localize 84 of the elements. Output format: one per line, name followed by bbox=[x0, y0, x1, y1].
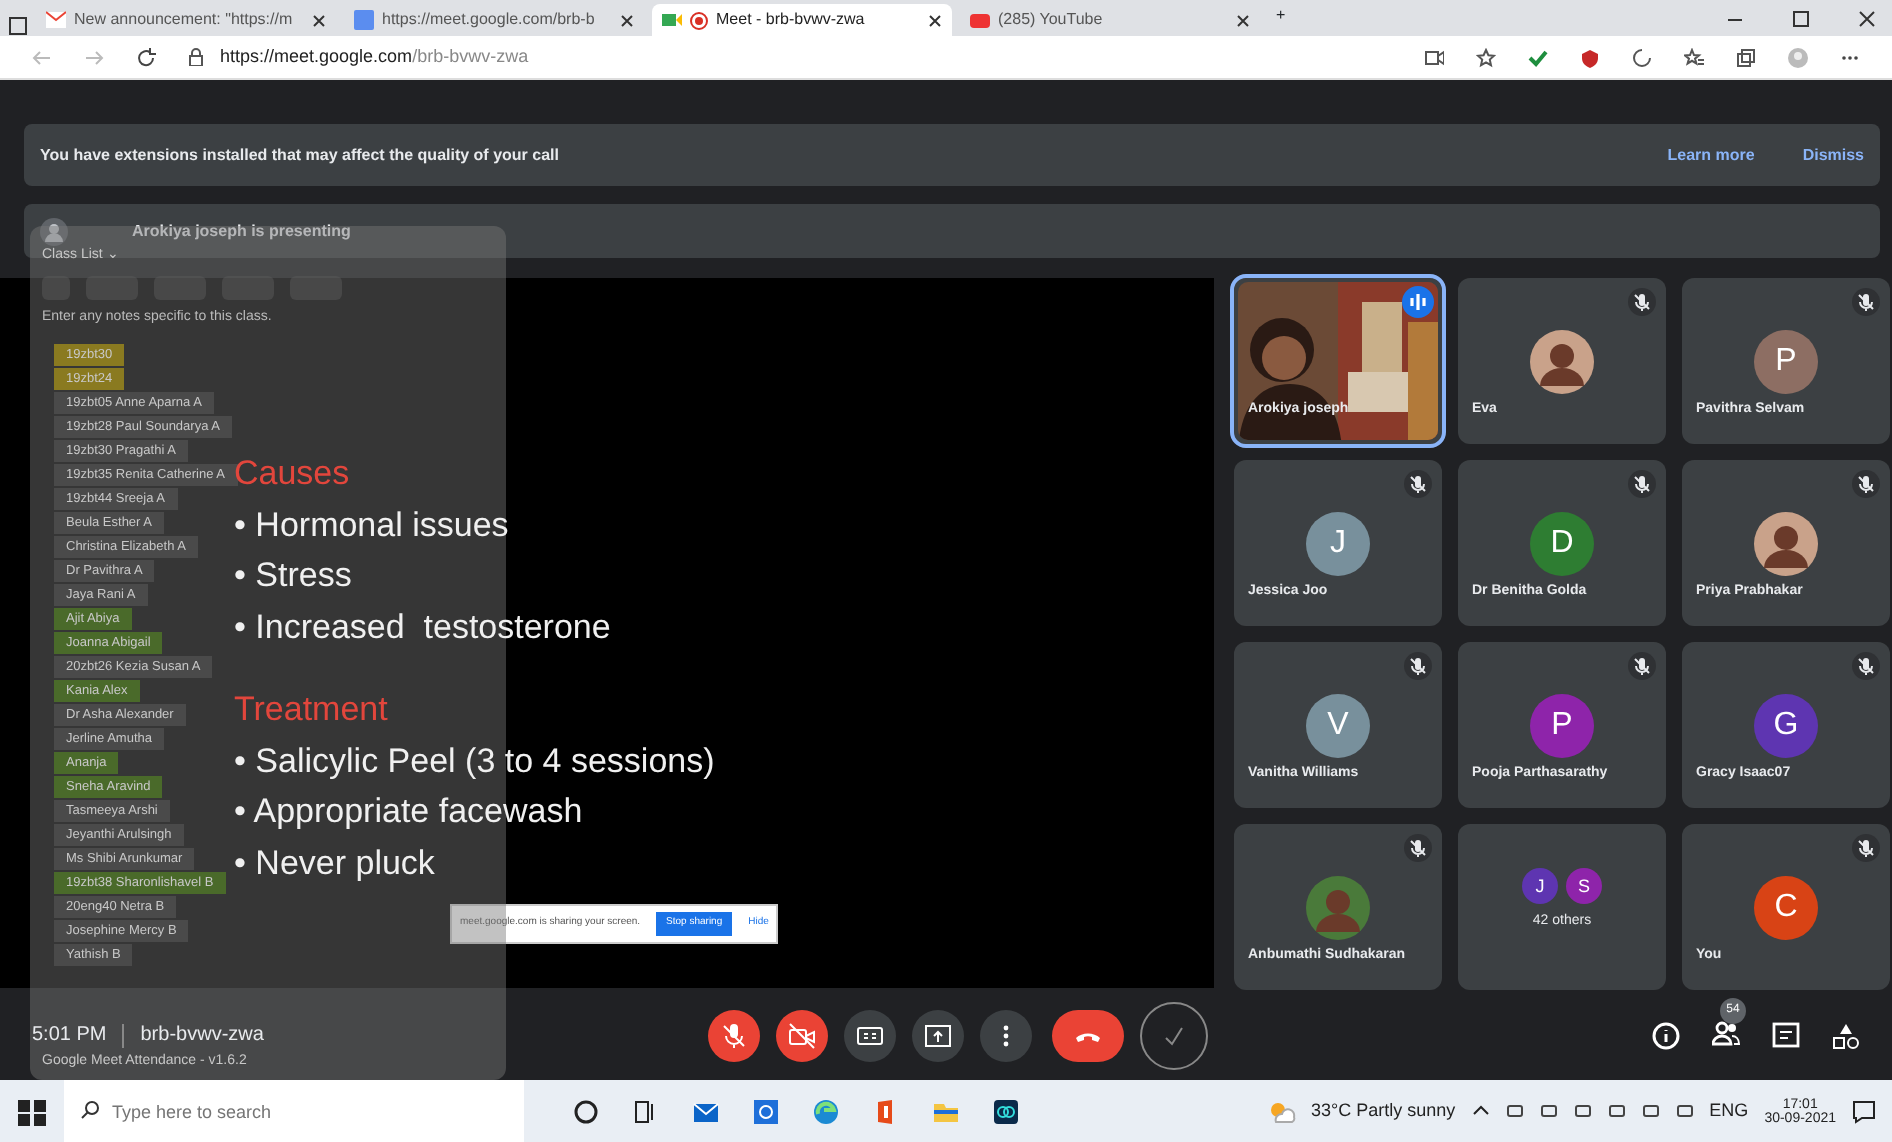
more-options-button[interactable] bbox=[979, 1009, 1032, 1061]
cortana-icon[interactable] bbox=[572, 1097, 600, 1125]
star-icon[interactable] bbox=[1476, 47, 1496, 67]
new-tab-button[interactable]: + bbox=[1276, 4, 1286, 28]
avatar: P bbox=[1530, 693, 1594, 757]
notifications-icon[interactable] bbox=[1852, 1099, 1876, 1123]
info-icon[interactable] bbox=[1652, 1021, 1680, 1049]
captions-button[interactable] bbox=[843, 1009, 896, 1061]
camera-icon[interactable] bbox=[1424, 47, 1444, 67]
tab-title: (285) YouTube bbox=[998, 8, 1105, 32]
close-icon[interactable] bbox=[1858, 10, 1876, 28]
avatar bbox=[1306, 875, 1370, 939]
avatar: J bbox=[1306, 511, 1370, 575]
slide-bullet: • Salicylic Peel (3 to 4 sessions) bbox=[234, 739, 715, 783]
present-button[interactable] bbox=[911, 1009, 964, 1061]
banner-text: You have extensions installed that may affect the quality of your call bbox=[40, 143, 561, 167]
present-icon bbox=[923, 1021, 952, 1049]
camera-icon bbox=[662, 10, 682, 30]
avatar: S bbox=[1566, 868, 1602, 905]
close-icon[interactable] bbox=[928, 13, 942, 27]
slide-bullet: • Hormonal issues bbox=[234, 503, 509, 547]
people-icon[interactable] bbox=[1712, 1020, 1740, 1049]
avatar: V bbox=[1306, 693, 1370, 757]
avatar: C bbox=[1754, 875, 1818, 939]
play-icon bbox=[970, 10, 990, 30]
camera-off-icon bbox=[787, 1021, 816, 1049]
camera-button[interactable] bbox=[775, 1009, 828, 1061]
mic-off-icon bbox=[719, 1021, 748, 1049]
weather-text[interactable]: 33°C Partly sunny bbox=[1311, 1097, 1456, 1125]
close-icon[interactable] bbox=[312, 13, 326, 27]
maximize-icon[interactable] bbox=[1792, 10, 1810, 28]
avatar: G bbox=[1754, 693, 1818, 757]
close-icon[interactable] bbox=[620, 13, 634, 27]
avatar bbox=[40, 217, 68, 245]
recording-icon bbox=[690, 11, 708, 29]
meeting-code: brb-bvwv-zwa bbox=[140, 1022, 264, 1050]
chevron-up-icon[interactable] bbox=[1471, 1102, 1490, 1120]
meeting-time: 5:01 PM bbox=[32, 1022, 107, 1050]
slide-heading: Causes bbox=[234, 452, 350, 496]
shield-icon[interactable] bbox=[1580, 47, 1600, 67]
checkmark-icon[interactable] bbox=[1528, 47, 1548, 67]
favorites-icon[interactable] bbox=[1684, 47, 1704, 67]
activities-icon[interactable] bbox=[1832, 1021, 1860, 1049]
slide-bullet: • Stress bbox=[234, 554, 352, 598]
microphone-button[interactable] bbox=[707, 1009, 760, 1061]
mail-icon bbox=[46, 10, 66, 30]
speaking-icon bbox=[1402, 286, 1434, 318]
slide-bullet: • Increased testosterone bbox=[234, 605, 611, 649]
tray-icon[interactable] bbox=[1505, 1102, 1524, 1120]
browser-tab[interactable]: https://meet.google.com/brb-b bbox=[344, 4, 644, 36]
confirm-button[interactable] bbox=[1139, 1001, 1208, 1069]
slide-bullet: • Never pluck bbox=[234, 841, 435, 885]
tab-actions-icon[interactable] bbox=[8, 16, 28, 36]
mail-icon[interactable] bbox=[692, 1097, 720, 1125]
slide-bullet: • Appropriate facewash bbox=[234, 790, 583, 834]
avatar: J bbox=[1522, 868, 1558, 905]
app-icon[interactable] bbox=[992, 1097, 1020, 1125]
search-icon bbox=[80, 1100, 100, 1120]
browser-tab[interactable]: Meet - brb-bvwv-zwa bbox=[652, 4, 952, 36]
leave-call-button[interactable] bbox=[1051, 1009, 1124, 1061]
slide-heading: Treatment bbox=[234, 688, 388, 732]
browser-tab[interactable]: (285) YouTube bbox=[960, 4, 1260, 36]
collections-icon[interactable] bbox=[1736, 47, 1756, 67]
avatar bbox=[1754, 511, 1818, 575]
presenting-text: Arokiya joseph is presenting bbox=[132, 219, 351, 243]
avatar: D bbox=[1530, 511, 1594, 575]
avatar bbox=[1530, 329, 1594, 393]
page-icon bbox=[354, 10, 374, 30]
banner-link[interactable]: Learn more bbox=[1667, 143, 1755, 167]
tab-title: https://meet.google.com/brb-b bbox=[382, 8, 597, 32]
language-indicator[interactable]: ENG bbox=[1709, 1097, 1749, 1125]
address-field[interactable]: https://meet.google.com/brb-bvwv-zwa bbox=[188, 43, 1392, 71]
avatar: P bbox=[1754, 329, 1818, 393]
lock-icon bbox=[188, 48, 204, 66]
search-field[interactable]: Type here to search bbox=[64, 1080, 524, 1142]
tab-title: New announcement: "https://m bbox=[74, 8, 295, 32]
browser-icon[interactable] bbox=[812, 1097, 840, 1125]
browser-tab[interactable]: New announcement: "https://m bbox=[36, 4, 336, 36]
close-icon[interactable] bbox=[1236, 13, 1250, 27]
tab-title: Meet - brb-bvwv-zwa bbox=[716, 8, 867, 32]
chat-icon[interactable] bbox=[1772, 1021, 1800, 1049]
reload-icon[interactable] bbox=[136, 47, 156, 67]
captions-icon bbox=[855, 1021, 884, 1049]
banner-link[interactable]: Dismiss bbox=[1802, 143, 1864, 167]
